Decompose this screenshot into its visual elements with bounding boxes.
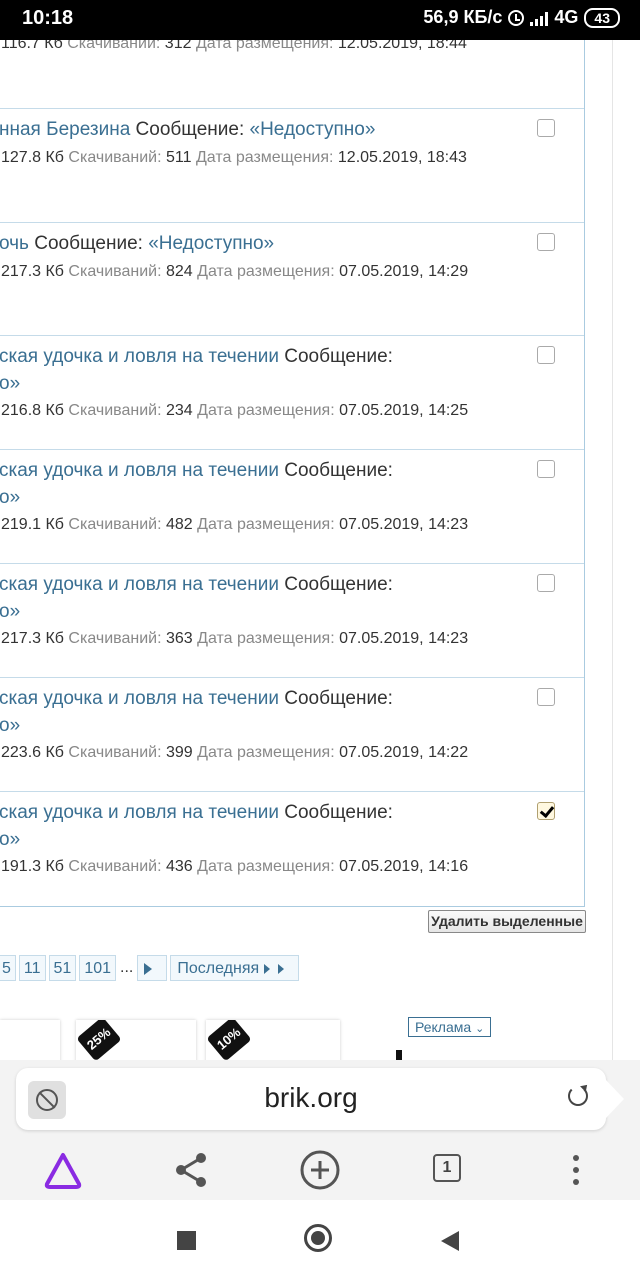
address-bar[interactable]: brik.org <box>16 1068 624 1130</box>
network-speed: 56,9 КБ/с <box>423 7 503 27</box>
list-item: нная Березина Сообщение: «Недоступно» 12… <box>0 109 584 223</box>
network-type: 4G <box>554 7 579 27</box>
item-title[interactable]: ская удочка и ловля на течении Сообщение… <box>0 346 393 368</box>
item-title-line2[interactable]: о» <box>0 601 20 623</box>
select-checkbox[interactable] <box>537 574 555 592</box>
browser-bar: brik.org 1 <box>0 1060 640 1200</box>
page-link-5[interactable]: 5 <box>0 955 16 981</box>
list-item: очь Сообщение: «Недоступно» 217.3 Кб Ска… <box>0 223 584 336</box>
item-meta: 217.3 Кб Скачиваний: 363 Дата размещения… <box>1 630 469 647</box>
list-item: ская удочка и ловля на течении Сообщение… <box>0 564 584 678</box>
item-title-line2[interactable]: о» <box>0 829 20 851</box>
status-time: 10:18 <box>22 7 74 29</box>
tab-count: 1 <box>433 1154 461 1182</box>
recents-icon[interactable] <box>177 1231 196 1250</box>
browser-toolbar: 1 <box>0 1142 640 1200</box>
double-arrow-right-icon <box>263 956 292 982</box>
ad-product-card[interactable]: 10% <box>206 1020 340 1060</box>
tabs-icon[interactable]: 1 <box>423 1142 473 1198</box>
list-item: ская удочка и ловля на течении Сообщение… <box>0 678 584 792</box>
discount-badge: 10% <box>206 1020 252 1060</box>
url-text[interactable]: brik.org <box>16 1082 606 1114</box>
list-item: ская удочка и ловля на течении Сообщение… <box>0 450 584 564</box>
select-checkbox[interactable] <box>537 119 555 137</box>
item-meta: 219.1 Кб Скачиваний: 482 Дата размещения… <box>1 516 469 533</box>
item-title[interactable]: нная Березина Сообщение: «Недоступно» <box>0 119 375 141</box>
select-checkbox[interactable] <box>537 688 555 706</box>
alarm-icon <box>508 9 525 26</box>
alice-icon[interactable] <box>38 1142 88 1198</box>
ad-label[interactable]: Реклама ⌄ <box>408 1017 492 1037</box>
last-page-label: Последняя <box>177 960 260 978</box>
page-link-101[interactable]: 101 <box>79 955 117 981</box>
select-checkbox[interactable] <box>537 460 555 478</box>
select-checkbox-checked[interactable] <box>537 802 555 820</box>
arrow-right-icon <box>144 962 160 975</box>
system-nav-bar <box>0 1200 640 1280</box>
battery-icon: 43 <box>584 7 620 28</box>
home-icon[interactable] <box>304 1224 332 1252</box>
item-meta: 216.8 Кб Скачиваний: 234 Дата размещения… <box>1 402 469 419</box>
item-meta: 116.7 Кб Скачиваний: 312 Дата размещения… <box>1 40 467 52</box>
chevron-down-icon: ⌄ <box>475 1023 485 1035</box>
item-meta: 127.8 Кб Скачиваний: 511 Дата размещения… <box>1 149 467 166</box>
item-title[interactable]: очь Сообщение: «Недоступно» <box>0 233 274 255</box>
pagination-ellipsis: ... <box>120 959 134 976</box>
share-icon[interactable] <box>166 1142 216 1198</box>
pagination: 5 11 51 101 ... Последняя <box>0 955 299 981</box>
item-title[interactable]: ская удочка и ловля на течении Сообщение… <box>0 688 393 710</box>
delete-selected-button[interactable]: Удалить выделенные <box>428 910 586 933</box>
item-meta: 217.3 Кб Скачиваний: 824 Дата размещения… <box>1 263 469 280</box>
ad-fragment <box>396 1050 402 1060</box>
item-title-line2[interactable]: о» <box>0 715 20 737</box>
item-title[interactable]: ская удочка и ловля на течении Сообщение… <box>0 802 393 824</box>
status-indicators: 56,9 КБ/с 4G 43 <box>423 7 620 28</box>
item-title-line2[interactable]: о» <box>0 487 20 509</box>
list-item: ская удочка и ловля на течении Сообщение… <box>0 336 584 450</box>
ad-product-card[interactable] <box>0 1020 60 1060</box>
list-item: ская удочка и ловля на течении Сообщение… <box>0 792 584 906</box>
signal-icon <box>530 10 549 26</box>
status-bar: 10:18 56,9 КБ/с 4G 43 <box>0 0 640 40</box>
select-checkbox[interactable] <box>537 233 555 251</box>
web-page[interactable]: 116.7 Кб Скачиваний: 312 Дата размещения… <box>0 40 640 1060</box>
attachments-list: 116.7 Кб Скачиваний: 312 Дата размещения… <box>0 40 585 907</box>
page-link-11[interactable]: 11 <box>18 955 46 981</box>
item-title-line2[interactable]: о» <box>0 373 20 395</box>
select-checkbox[interactable] <box>537 346 555 364</box>
page-link-51[interactable]: 51 <box>48 955 77 981</box>
reload-icon[interactable] <box>568 1086 588 1106</box>
discount-badge: 25% <box>76 1020 122 1060</box>
ad-product-card[interactable]: 25% <box>76 1020 196 1060</box>
back-icon[interactable] <box>441 1231 459 1251</box>
item-title[interactable]: ская удочка и ловля на течении Сообщение… <box>0 574 393 596</box>
item-title[interactable]: ская удочка и ловля на течении Сообщение… <box>0 460 393 482</box>
list-item: 116.7 Кб Скачиваний: 312 Дата размещения… <box>0 40 584 109</box>
last-page-button[interactable]: Последняя <box>170 955 299 982</box>
next-page-button[interactable] <box>137 955 168 981</box>
item-meta: 223.6 Кб Скачиваний: 399 Дата размещения… <box>1 744 469 761</box>
page-edge <box>612 40 613 1060</box>
item-meta: 191.3 Кб Скачиваний: 436 Дата размещения… <box>1 858 469 875</box>
new-tab-icon[interactable] <box>295 1142 345 1198</box>
menu-icon[interactable] <box>551 1142 601 1198</box>
